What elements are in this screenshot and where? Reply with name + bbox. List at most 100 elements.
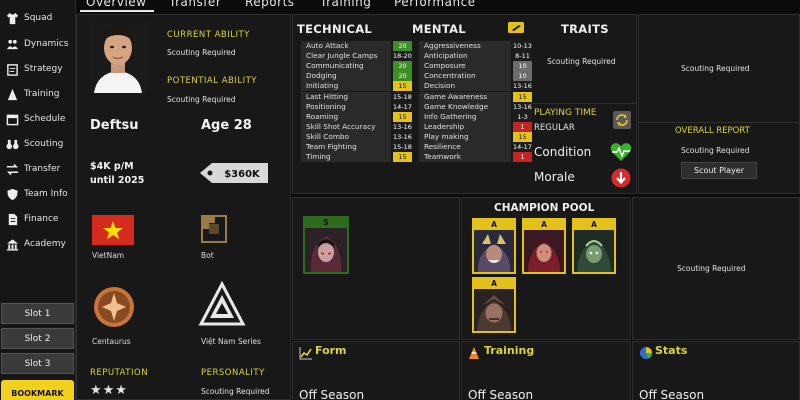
slot-3-button[interactable]: Slot 3 (1, 353, 74, 374)
champion-card[interactable]: A (472, 218, 516, 274)
champion-card[interactable]: A (572, 218, 616, 274)
player-portrait (89, 21, 147, 93)
form-card[interactable]: Form Off Season (292, 341, 460, 400)
attribute-name: Auto Attack (301, 41, 391, 51)
champion-grade: A (491, 279, 497, 288)
attribute-row: Resilience 14-17 (419, 142, 532, 152)
morale-down-icon (611, 168, 631, 188)
attribute-value: 13-16 (513, 101, 532, 112)
attribute-value: 15-18 (393, 91, 412, 102)
potential-ability-label: POTENTIAL ABILITY (167, 76, 257, 86)
attribute-row: Skill Combo 13-16 (301, 131, 412, 142)
attribute-row: Info Gathering 1-3 (419, 111, 532, 122)
sidebar-item-training[interactable]: Training (0, 83, 76, 105)
champion-grade: S (323, 218, 329, 227)
slot-2-button[interactable]: Slot 2 (1, 328, 74, 349)
champion-portrait (305, 228, 347, 272)
attribute-name: Roaming (301, 111, 391, 122)
sidebar-item-squad[interactable]: Squad (0, 7, 76, 29)
champion-card[interactable]: A (522, 218, 566, 274)
sidebar-item-team-info[interactable]: Team Info (0, 183, 76, 205)
team-name: Centaurus (92, 337, 131, 346)
attribute-value: 20 (393, 61, 412, 72)
attribute-row: Roaming 15 (301, 111, 412, 122)
tab-training[interactable]: Training (320, 0, 371, 9)
personality-label: PERSONALITY (201, 368, 265, 378)
contract-expiry: until 2025 (90, 175, 145, 186)
document-icon (4, 212, 20, 226)
attribute-row: Teamwork 1 (419, 152, 532, 163)
tab-transfer[interactable]: Transfer (169, 0, 221, 9)
sidebar-item-label: Academy (24, 239, 66, 249)
sidebar-item-label: Schedule (24, 114, 66, 124)
clipboard-icon (4, 62, 20, 76)
attribute-row: Aggressiveness 10-13 (419, 41, 532, 51)
league-logo (198, 281, 246, 326)
stats-card[interactable]: Stats Off Season (632, 341, 800, 400)
attribute-name: Dodging (301, 71, 391, 82)
scout-player-button[interactable]: Scout Player (681, 162, 757, 179)
attribute-value: 20 (393, 41, 412, 51)
training-card[interactable]: Training Off Season (461, 341, 631, 400)
attribute-name: Initiating (301, 81, 391, 92)
sidebar-item-dynamics[interactable]: Dynamics (0, 33, 76, 55)
attribute-value: 10 (513, 61, 532, 72)
reputation-label: REPUTATION (90, 368, 149, 378)
attribute-name: Play making (419, 131, 511, 142)
active-tab-indicator (80, 10, 154, 12)
sidebar-item-finance[interactable]: Finance (0, 208, 76, 230)
attribute-value: 10-13 (513, 41, 532, 51)
sidebar-item-strategy[interactable]: Strategy (0, 58, 76, 80)
team-logo (94, 287, 134, 327)
exchange-icon (4, 162, 20, 176)
tab-performance[interactable]: Performance (394, 0, 476, 9)
attribute-row: Leadership 1 (419, 121, 532, 132)
refresh-icon[interactable] (613, 111, 631, 129)
cone-icon (4, 87, 20, 101)
scouting-required-text: Scouting Required (681, 64, 750, 73)
sidebar-item-schedule[interactable]: Schedule (0, 108, 76, 130)
favourite-champion-panel: S (292, 197, 460, 340)
stats-value: Off Season (639, 388, 705, 400)
scouting-required-text: Scouting Required (677, 264, 746, 273)
attribute-row: Composure 10 (419, 61, 532, 72)
tab-overview[interactable]: Overview (86, 0, 147, 9)
current-ability-value: Scouting Required (167, 48, 236, 57)
attribute-value: 10 (513, 71, 532, 82)
attribute-value: 20 (393, 71, 412, 82)
sidebar-item-academy[interactable]: Academy (0, 233, 76, 255)
attribute-row: Positioning 14-17 (301, 101, 412, 112)
potential-ability-value: Scouting Required (167, 95, 236, 104)
stats-title: Stats (655, 344, 688, 357)
attribute-value: 14-17 (393, 101, 412, 112)
heart-icon (610, 143, 632, 161)
champion-portrait (574, 230, 614, 272)
cone-icon (469, 347, 479, 359)
attribute-row: Play making 15 (419, 131, 532, 142)
player-value: $360K (224, 169, 261, 180)
form-value: Off Season (299, 388, 365, 400)
notes-icon[interactable] (508, 22, 524, 33)
sidebar-item-label: Strategy (24, 64, 63, 74)
attribute-name: Composure (419, 61, 511, 72)
condition-label: Condition (534, 145, 592, 159)
champion-grade: A (541, 220, 547, 229)
favourite-champion-card[interactable]: S (303, 216, 349, 274)
attribute-row: Dodging 20 (301, 71, 412, 82)
tab-reports[interactable]: Reports (245, 0, 295, 9)
attribute-name: Decision (419, 81, 511, 92)
slot-1-button[interactable]: Slot 1 (1, 303, 74, 324)
overall-report-value: Scouting Required (681, 146, 750, 155)
attribute-name: Skill Shot Accuracy (301, 121, 391, 132)
sidebar-item-label: Training (24, 89, 60, 99)
attribute-row: Decision 13-16 (419, 81, 532, 92)
sidebar-item-transfer[interactable]: Transfer (0, 158, 76, 180)
champion-portrait (524, 230, 564, 272)
attributes-panel: TECHNICAL MENTAL TRAITS Scouting Require… (292, 14, 637, 194)
attribute-name: Anticipation (419, 51, 511, 62)
attribute-name: Communicating (301, 61, 391, 72)
bookmark-button[interactable]: BOOKMARK (1, 380, 74, 400)
divider (639, 122, 800, 123)
champion-card[interactable]: A (472, 277, 516, 333)
sidebar-item-scouting[interactable]: Scouting (0, 133, 76, 155)
